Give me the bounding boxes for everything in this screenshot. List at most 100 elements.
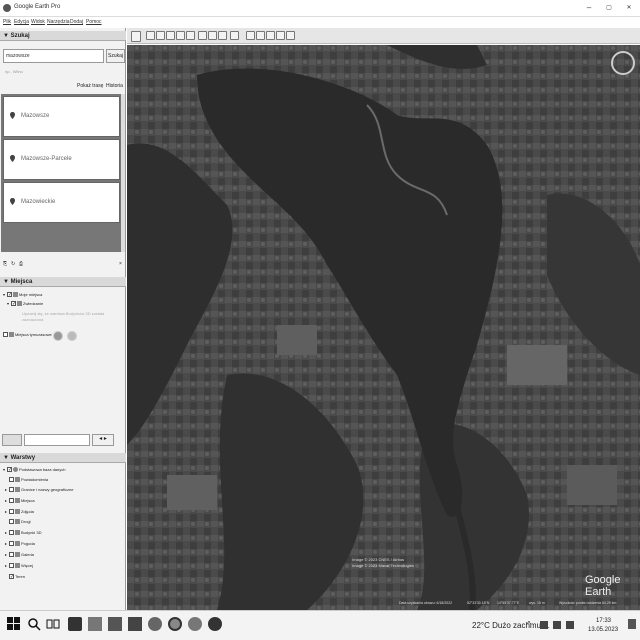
road-icon (15, 519, 20, 525)
menu-help[interactable]: Pomoc (86, 19, 102, 25)
layer-icon (15, 498, 20, 504)
store-icon[interactable] (128, 617, 142, 631)
eye-altitude-readout: Wysokość punktu widzenia 64.29 km (559, 601, 617, 605)
layer-3d-buildings[interactable]: ▸ Budynki 3D (5, 530, 41, 536)
layer-notifications[interactable]: Powiadomienia (9, 477, 48, 483)
page-1-dot[interactable] (53, 331, 63, 341)
page-2-dot[interactable] (67, 331, 77, 341)
google-earth-taskbar-icon[interactable] (168, 617, 182, 631)
planets-icon[interactable] (218, 31, 227, 40)
gallery-icon (15, 552, 20, 558)
close-button[interactable]: ✕ (622, 2, 636, 14)
placemark-icon[interactable] (146, 31, 155, 40)
search-section-header[interactable]: ▼ Szukaj (0, 31, 126, 41)
longitude-readout: 14°55'37.77"E (497, 601, 520, 605)
places-view-toggle[interactable] (2, 434, 22, 446)
polygon-icon[interactable] (156, 31, 165, 40)
ruler-icon[interactable] (230, 31, 239, 40)
copy-icon[interactable]: ⎘ (3, 261, 7, 267)
search-result-label: Mazowsze (21, 113, 50, 119)
building-icon (15, 530, 20, 536)
battery-icon[interactable] (553, 621, 561, 629)
overlay-icon[interactable] (176, 31, 185, 40)
menu-tools[interactable]: Narzędzia (47, 19, 70, 25)
imagery-copyright: Image © 2023 CNES / Airbus Image © 2023 … (352, 557, 414, 569)
imagery-date: Data uzyskania obrazu: 6/18/2022 (399, 601, 453, 605)
layer-primary-db[interactable]: ▾Podstawowa baza danych (3, 467, 65, 473)
search-icon[interactable] (27, 617, 41, 631)
minimize-button[interactable]: – (582, 2, 596, 14)
clock-date[interactable]: 13.05.2023 (588, 627, 618, 633)
layer-places[interactable]: ▸ Miejsca (5, 498, 35, 504)
navigation-compass[interactable] (611, 51, 635, 75)
save-image-icon[interactable] (266, 31, 275, 40)
places-up-down-buttons[interactable]: ◂ ▸ (92, 434, 114, 446)
historical-imagery-icon[interactable] (198, 31, 207, 40)
file-explorer-icon[interactable] (88, 617, 102, 631)
globe-icon (13, 467, 18, 473)
menu-edit[interactable]: Edycja (14, 19, 29, 25)
layer-gallery[interactable]: ▸ Galeria (5, 552, 34, 558)
places-filter-input[interactable] (24, 434, 90, 446)
places-section-header[interactable]: ▼ Miejsca (0, 277, 126, 287)
tray-expand-icon[interactable]: ^ (527, 620, 531, 629)
refresh-icon[interactable]: ↻ (11, 261, 15, 267)
record-tour-icon[interactable] (186, 31, 195, 40)
search-button[interactable]: Szukaj (106, 49, 125, 63)
search-input[interactable]: mazowsze (3, 49, 104, 63)
layers-section-header[interactable]: ▼ Warstwy (0, 453, 126, 463)
layer-borders[interactable]: ▸ Granice i nazwy geograficzne (5, 487, 73, 493)
map-viewport[interactable]: Image © 2023 CNES / Airbus Image © 2023 … (127, 45, 640, 610)
show-route-link[interactable]: Pokaż trasę (77, 83, 103, 89)
print-icon[interactable] (256, 31, 265, 40)
google-earth-logo: Google Earth (585, 574, 621, 598)
view-in-maps-icon[interactable] (276, 31, 285, 40)
mail-icon[interactable] (108, 617, 122, 631)
sun-icon[interactable] (208, 31, 217, 40)
map-status-bar: Data uzyskania obrazu: 6/18/2022 52°33'3… (127, 599, 640, 610)
place-temporary[interactable]: Miejsca tymczasowe (3, 332, 52, 338)
menu-view[interactable]: Widok (31, 19, 45, 25)
maximize-button[interactable]: ▢ (602, 2, 616, 14)
volume-icon[interactable] (566, 621, 574, 629)
menu-bar: Plik Edycja Widok Narzędzia Dodaj Pomoc (0, 17, 640, 28)
results-pager (53, 331, 79, 343)
layer-weather[interactable]: ▸ Pogoda (5, 541, 35, 547)
search-hint: np., Wilno (5, 69, 23, 74)
path-icon[interactable] (166, 31, 175, 40)
clock-time[interactable]: 17:33 (596, 618, 611, 624)
place-sightseeing[interactable]: ▾Zwiedzanie (7, 301, 43, 307)
menu-file[interactable]: Plik (3, 19, 11, 25)
chrome-icon[interactable] (148, 617, 162, 631)
task-view-icon[interactable] (46, 617, 60, 631)
search-result[interactable]: Mazowsze (3, 96, 120, 137)
layer-roads[interactable]: Drogi (9, 519, 31, 525)
network-icon[interactable] (540, 621, 548, 629)
results-scrollbar[interactable] (121, 94, 125, 252)
window-title: Google Earth Pro (14, 4, 61, 10)
history-link[interactable]: Historia (106, 83, 123, 89)
edge-browser-icon[interactable] (68, 617, 82, 631)
email-icon[interactable] (246, 31, 255, 40)
earth-studio-icon[interactable] (286, 31, 295, 40)
search-results-panel: Mazowsze Mazowsze-Parcele Mazowieckie (1, 94, 124, 341)
print-results-icon[interactable]: ⎙ (19, 261, 23, 267)
google-earth-app-icon (3, 4, 11, 12)
pin-icon (10, 198, 15, 205)
sidebar-toggle-icon[interactable] (131, 31, 141, 42)
layer-more[interactable]: ▸ Więcej (5, 563, 33, 569)
search-result[interactable]: Mazowieckie (3, 182, 120, 223)
search-result[interactable]: Mazowsze-Parcele (3, 139, 120, 180)
notifications-icon[interactable] (628, 619, 636, 629)
windows-start-icon[interactable] (7, 617, 21, 631)
menu-add[interactable]: Dodaj (70, 19, 83, 25)
elevation-readout: wys. 15 m (529, 601, 545, 605)
app-icon[interactable] (188, 617, 202, 631)
clear-results-icon[interactable]: × (119, 261, 122, 267)
obs-icon[interactable] (208, 617, 222, 631)
layer-photos[interactable]: ▸ Zdjęcia (5, 509, 34, 515)
weather-widget[interactable]: 22°C Dużo zachmur... (472, 621, 550, 630)
place-my-places[interactable]: ▾Moje miejsca (3, 292, 42, 298)
layer-terrain[interactable]: Teren (9, 574, 25, 580)
more-icon (15, 563, 20, 569)
